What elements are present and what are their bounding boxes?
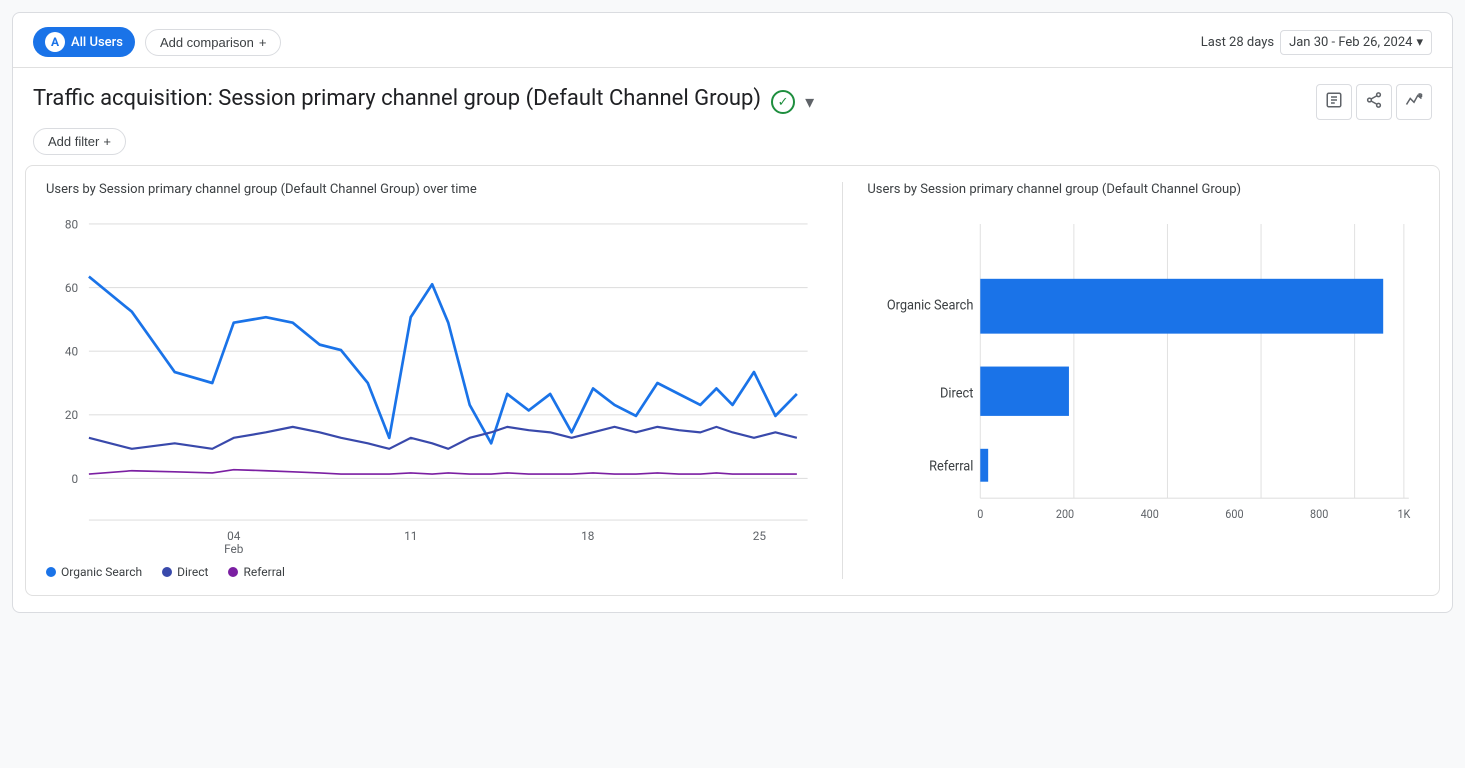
legend-label-referral: Referral	[243, 565, 285, 579]
svg-text:400: 400	[1141, 506, 1159, 521]
line-chart-legend: Organic Search Direct Referral	[46, 565, 818, 579]
title-dropdown-button[interactable]: ▾	[805, 92, 814, 113]
header-right: Last 28 days Jan 30 - Feb 26, 2024 ▾	[1201, 30, 1432, 55]
legend-label-direct: Direct	[177, 565, 208, 579]
svg-text:18: 18	[581, 529, 595, 543]
legend-label-organic: Organic Search	[61, 565, 142, 579]
svg-text:04: 04	[227, 529, 241, 543]
line-chart-title: Users by Session primary channel group (…	[46, 182, 818, 197]
sparkline-icon	[1405, 91, 1423, 114]
line-chart-area: Users by Session primary channel group (…	[46, 182, 842, 579]
svg-text:11: 11	[404, 529, 417, 543]
main-container: A All Users Add comparison + Last 28 day…	[12, 12, 1453, 613]
legend-referral: Referral	[228, 565, 285, 579]
sparkline-button[interactable]	[1396, 84, 1432, 120]
bar-chart-area: Users by Session primary channel group (…	[842, 182, 1419, 579]
bar-chart-title: Users by Session primary channel group (…	[867, 182, 1419, 197]
add-filter-button[interactable]: Add filter +	[33, 128, 126, 155]
filter-plus-icon: +	[103, 134, 111, 149]
bar-organic	[981, 279, 1384, 334]
svg-text:Organic Search: Organic Search	[887, 297, 974, 314]
charts-section: Users by Session primary channel group (…	[25, 165, 1440, 596]
date-range-text: Jan 30 - Feb 26, 2024	[1289, 35, 1412, 50]
add-filter-label: Add filter	[48, 134, 99, 149]
date-prefix: Last 28 days	[1201, 35, 1274, 50]
report-title: Traffic acquisition: Session primary cha…	[33, 86, 761, 111]
title-group: Traffic acquisition: Session primary cha…	[33, 86, 814, 119]
dropdown-arrow-icon: ▾	[1416, 35, 1423, 50]
header-left: A All Users Add comparison +	[33, 27, 281, 57]
add-comparison-label: Add comparison	[160, 35, 254, 50]
svg-text:20: 20	[65, 408, 79, 422]
bar-chart-svg: 0 200 400 600 800 1K Organic Search Dire…	[867, 213, 1419, 553]
share-button[interactable]	[1356, 84, 1392, 120]
all-users-label: All Users	[71, 35, 123, 50]
svg-text:800: 800	[1310, 506, 1328, 521]
line-chart-svg: 80 60 40 20 0 04 Feb 11 18 25	[46, 213, 818, 553]
legend-dot-referral	[228, 567, 238, 577]
title-area: Traffic acquisition: Session primary cha…	[13, 68, 1452, 165]
legend-dot-organic	[46, 567, 56, 577]
check-mark: ✓	[778, 95, 789, 110]
legend-dot-direct	[162, 567, 172, 577]
svg-text:40: 40	[65, 344, 79, 358]
title-row: Traffic acquisition: Session primary cha…	[33, 84, 1432, 120]
svg-text:Direct: Direct	[940, 385, 973, 402]
edit-icon	[1325, 91, 1343, 114]
add-comparison-button[interactable]: Add comparison +	[145, 29, 282, 56]
svg-text:25: 25	[753, 529, 767, 543]
svg-text:0: 0	[72, 472, 79, 486]
date-range-dropdown[interactable]: Jan 30 - Feb 26, 2024 ▾	[1280, 30, 1432, 55]
legend-organic-search: Organic Search	[46, 565, 142, 579]
all-users-badge[interactable]: A All Users	[33, 27, 135, 57]
bar-direct	[981, 367, 1070, 416]
svg-text:0: 0	[978, 506, 984, 521]
check-icon: ✓	[771, 90, 795, 114]
svg-text:80: 80	[65, 217, 79, 231]
avatar: A	[45, 32, 65, 52]
title-icons	[1316, 84, 1432, 120]
svg-text:Referral: Referral	[929, 458, 973, 475]
svg-text:200: 200	[1056, 506, 1074, 521]
legend-direct: Direct	[162, 565, 208, 579]
svg-text:600: 600	[1226, 506, 1244, 521]
filter-row: Add filter +	[33, 128, 1432, 155]
plus-icon: +	[259, 35, 267, 50]
bar-referral	[981, 449, 989, 482]
svg-text:60: 60	[65, 281, 79, 295]
edit-report-button[interactable]	[1316, 84, 1352, 120]
header-bar: A All Users Add comparison + Last 28 day…	[13, 13, 1452, 68]
svg-text:Feb: Feb	[224, 542, 244, 553]
share-icon	[1365, 91, 1383, 114]
svg-text:1K: 1K	[1398, 506, 1412, 521]
